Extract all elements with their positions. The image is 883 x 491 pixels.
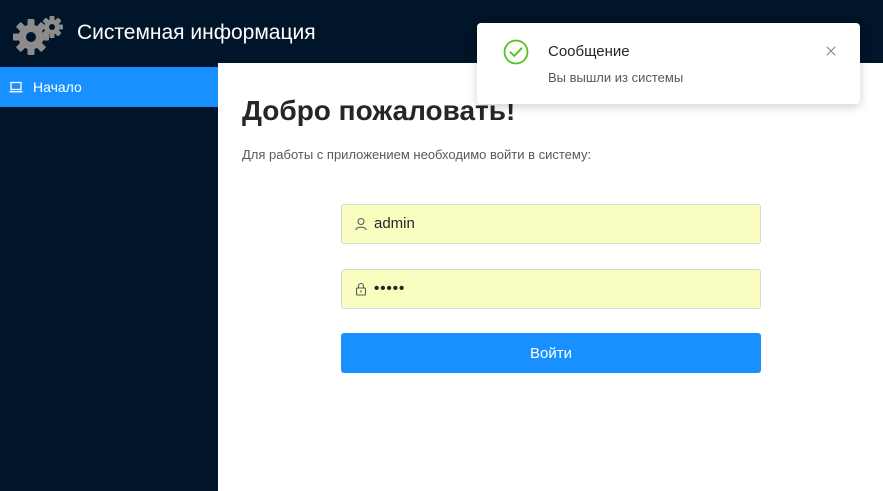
username-field[interactable]: admin <box>341 204 761 244</box>
app-title: Системная информация <box>77 21 316 44</box>
close-icon[interactable] <box>825 44 837 56</box>
sidebar-item-label: Начало <box>33 79 82 95</box>
username-input[interactable]: admin <box>374 215 415 233</box>
user-icon <box>354 217 368 231</box>
login-button[interactable]: Войти <box>341 333 761 373</box>
check-circle-icon <box>503 39 529 65</box>
notification-toast: Сообщение Вы вышли из системы <box>477 23 860 104</box>
password-field[interactable]: ••••• <box>341 269 761 309</box>
password-input[interactable]: ••••• <box>374 280 405 298</box>
sidebar-item-home[interactable]: Начало <box>0 67 218 107</box>
gears-logo-icon <box>12 13 64 57</box>
page-subtitle: Для работы с приложением необходимо войт… <box>242 147 592 162</box>
sidebar: Начало <box>0 63 218 491</box>
lock-icon <box>354 282 368 296</box>
page-title: Добро пожаловать! <box>242 95 516 126</box>
notification-message: Вы вышли из системы <box>548 70 684 85</box>
laptop-icon <box>9 80 23 94</box>
main-content: Добро пожаловать! Для работы с приложени… <box>218 63 883 491</box>
notification-title: Сообщение <box>548 43 630 60</box>
